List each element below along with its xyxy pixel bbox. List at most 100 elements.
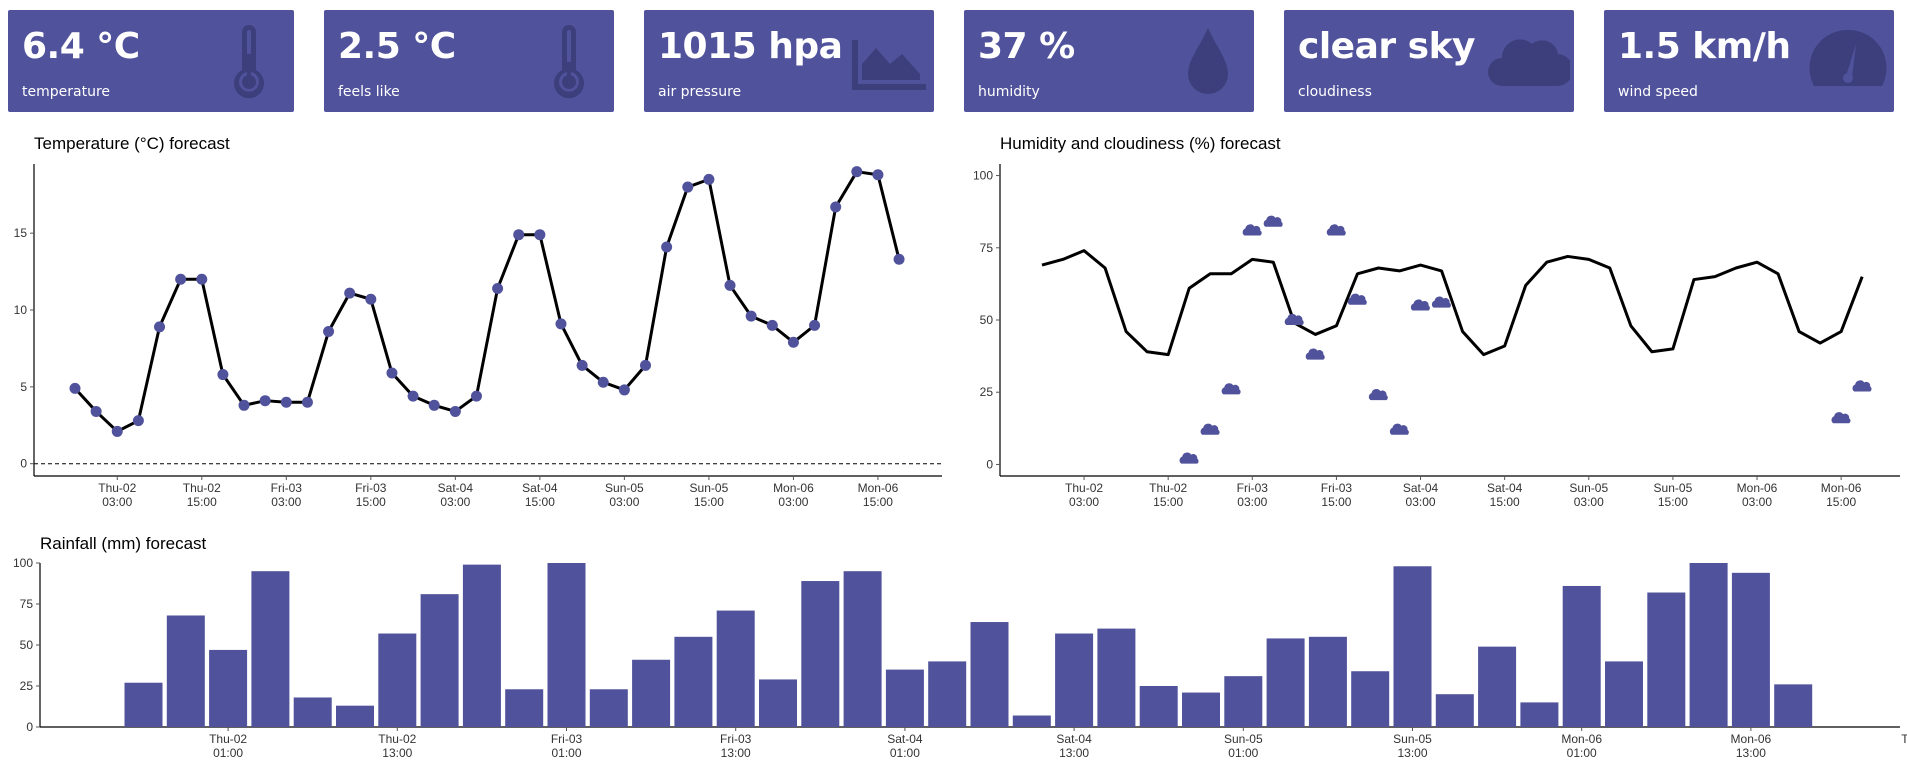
temperature-point [238,399,250,411]
rainfall-x-tick-time: 01:00 [1567,746,1597,760]
humidity-x-tick-date: Fri-03 [1237,481,1269,495]
temp-x-tick-date: Sat-04 [438,481,474,495]
temp-y-tick-label: 10 [14,303,28,317]
humidity-x-tick-date: Sat-04 [1403,481,1439,495]
rainfall-x-tick-time: 13:00 [1397,746,1427,760]
rainfall-x-tick-time: 13:00 [721,746,751,760]
humidity-x-tick-date: Sun-05 [1569,481,1608,495]
temperature-point [365,293,377,305]
rainfall-bar [885,669,924,727]
rainfall-bar [293,697,332,727]
temperature-point [196,273,208,285]
temp-x-tick-time: 03:00 [609,495,639,509]
rainfall-bar [1055,633,1094,727]
cloudiness-cloud-icon [1263,215,1283,227]
rainfall-bar [124,682,163,727]
temp-x-tick-date: Thu-02 [183,481,221,495]
humidity-x-tick-time: 15:00 [1153,495,1183,509]
rainfall-bar [166,615,205,727]
temperature-point [259,395,271,407]
temp-x-tick-date: Sun-05 [605,481,644,495]
rainfall-x-tick-date: Sat-04 [1056,732,1092,746]
temp-x-tick-time: 03:00 [440,495,470,509]
cloudiness-cloud-icon [1179,452,1199,464]
temp-x-tick-time: 15:00 [525,495,555,509]
charts-canvas: 051015Thu-0203:00Thu-0215:00Fri-0303:00F… [13,164,1907,760]
temperature-point [132,415,144,427]
cloudiness-cloud-icon [1347,293,1367,305]
temperature-point [576,359,588,371]
rainfall-x-tick-time: 01:00 [1228,746,1258,760]
rainfall-x-tick-date: Thu-02 [209,732,247,746]
rainfall-y-tick-label: 75 [20,597,34,611]
temperature-point [661,241,673,253]
temp-x-tick-time: 03:00 [271,495,301,509]
temperature-point [301,396,313,408]
temp-x-tick-date: Mon-06 [773,481,814,495]
humidity-x-tick-date: Sat-04 [1487,481,1523,495]
rainfall-x-tick-date: Tue-07 [1901,732,1907,746]
temp-y-tick-label: 15 [14,226,28,240]
cloudiness-cloud-icon [1368,389,1388,401]
rainfall-x-tick-time: 13:00 [1736,746,1766,760]
temperature-point [766,319,778,331]
temperature-point [513,229,525,241]
temperature-point [851,166,863,178]
temp-x-tick-time: 15:00 [187,495,217,509]
temp-x-tick-time: 03:00 [778,495,808,509]
rainfall-x-tick-time: 01:00 [551,746,581,760]
temp-x-tick-date: Mon-06 [858,481,899,495]
temperature-point [492,282,504,294]
cloudiness-cloud-icon [1389,423,1409,435]
cloudiness-cloud-icon [1200,423,1220,435]
rainfall-bar [1182,692,1220,727]
humidity-x-tick-date: Mon-06 [1737,481,1778,495]
temp-x-tick-time: 15:00 [694,495,724,509]
cloudiness-cloud-icon [1326,224,1346,236]
temperature-point [872,169,884,181]
rainfall-bar [970,622,1009,727]
humidity-x-tick-date: Sun-05 [1654,481,1693,495]
rainfall-bar [1731,572,1770,727]
humidity-x-tick-time: 15:00 [1321,495,1351,509]
temperature-point [787,336,799,348]
rainfall-bar [505,689,544,727]
rainfall-bar [420,594,459,727]
cloudiness-cloud-icon [1242,224,1262,236]
temp-x-tick-date: Fri-03 [355,481,387,495]
rainfall-y-tick-label: 25 [20,679,34,693]
temperature-point [555,318,567,330]
rainfall-bar [801,581,840,727]
humidity-x-tick-time: 03:00 [1406,495,1436,509]
humidity-x-tick-date: Fri-03 [1321,481,1353,495]
cloudiness-cloud-icon [1431,296,1451,308]
rainfall-bar [1478,646,1517,727]
humidity-y-tick-label: 25 [980,385,994,399]
rainfall-bar [336,705,374,727]
temp-x-tick-time: 15:00 [356,495,386,509]
humidity-x-tick-time: 15:00 [1826,495,1856,509]
temperature-point [830,201,842,213]
temp-x-tick-date: Fri-03 [271,481,303,495]
rainfall-bar [1435,694,1474,727]
rainfall-bar [589,689,628,727]
temperature-line [73,170,901,433]
rainfall-bar [1266,638,1305,727]
humidity-x-tick-time: 03:00 [1742,495,1772,509]
temperature-point [618,384,630,396]
rainfall-bar [1562,585,1601,727]
humidity-x-tick-time: 03:00 [1237,495,1267,509]
rainfall-bar [1097,628,1136,727]
rainfall-x-tick-date: Mon-06 [1561,732,1602,746]
rainfall-y-tick-label: 50 [20,638,34,652]
rainfall-bar [251,571,290,727]
rainfall-bar [1351,671,1390,727]
rainfall-bar [462,564,501,727]
rainfall-bar [843,571,882,727]
rainfall-y-tick-label: 0 [26,720,33,734]
rainfall-bar [928,661,967,727]
humidity-x-tick-time: 15:00 [1490,495,1520,509]
rainfall-bar [1308,636,1347,727]
temperature-point [323,326,335,338]
humidity-x-tick-date: Thu-02 [1149,481,1187,495]
